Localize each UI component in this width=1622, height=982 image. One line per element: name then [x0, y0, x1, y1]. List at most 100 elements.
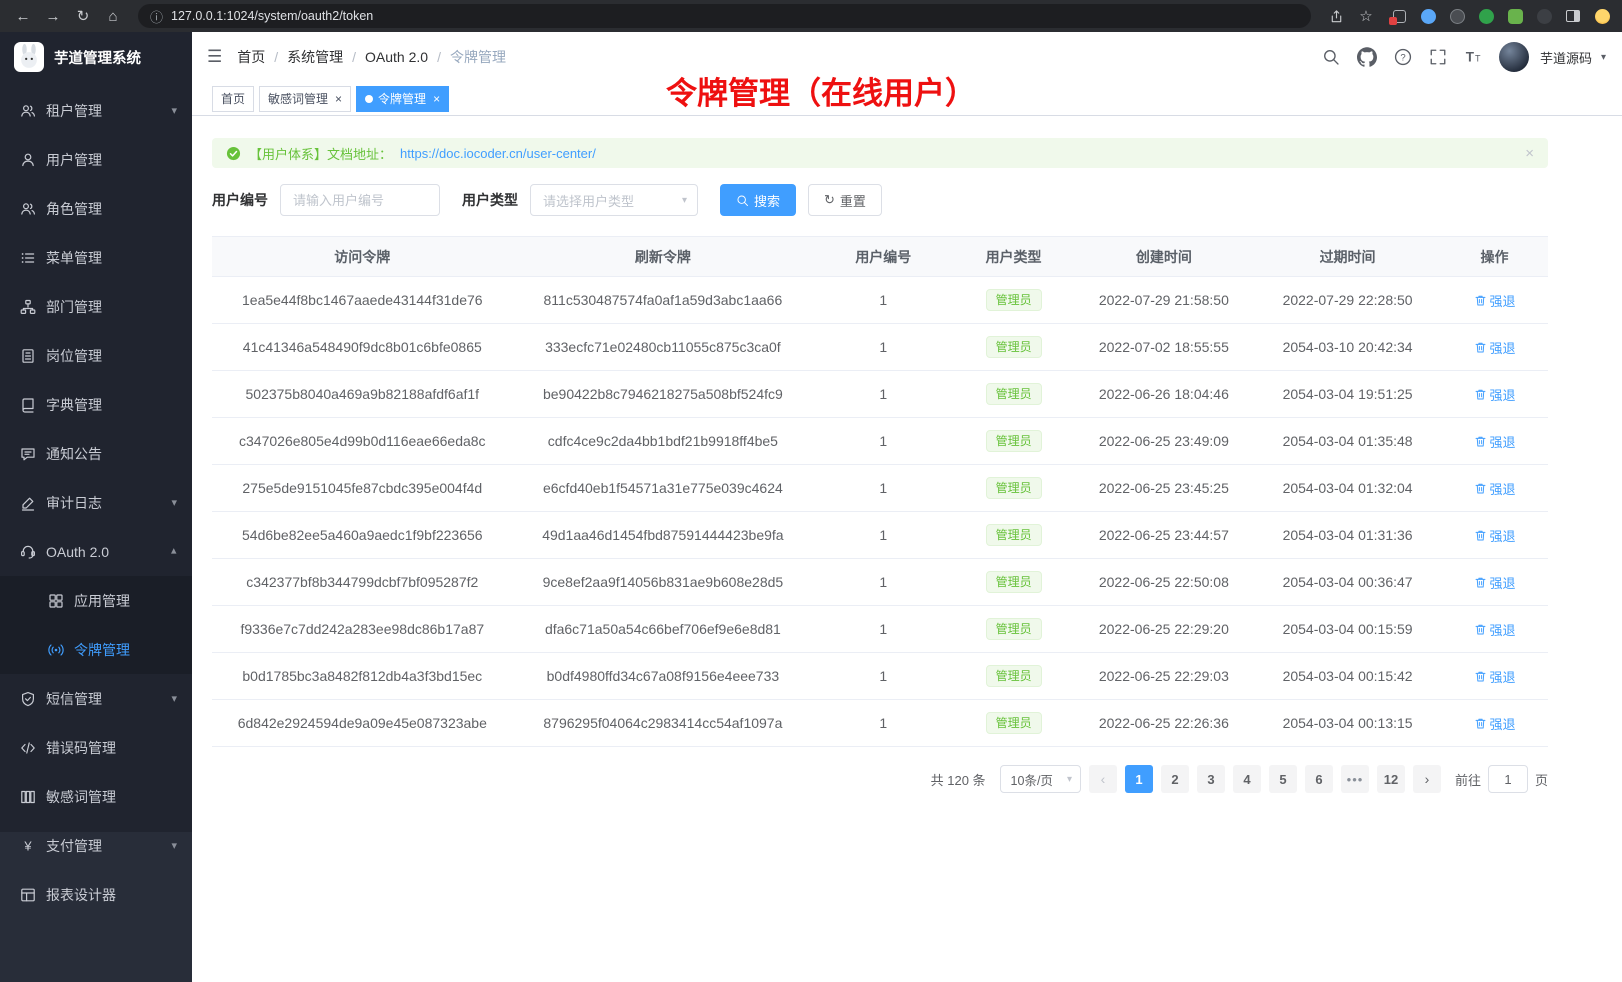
breadcrumb-label: 系统管理 — [287, 47, 343, 67]
column-header: 刷新令牌 — [513, 237, 814, 277]
sidebar-item-post-manage[interactable]: 岗位管理 ▾ — [0, 331, 192, 380]
force-logout-button[interactable]: 强退 — [1474, 385, 1516, 404]
view-tab[interactable]: 令牌管理 × — [356, 86, 449, 112]
sidebar-item-role-manage[interactable]: 角色管理 ▾ — [0, 184, 192, 233]
table-row: 502375b8040a469a9b82188afdf6af1f be90422… — [212, 371, 1548, 418]
force-logout-button[interactable]: 强退 — [1474, 291, 1516, 310]
collapse-menu-icon[interactable]: ☰ — [192, 47, 237, 67]
site-info-icon[interactable]: ⓘ — [150, 7, 163, 26]
sidebar-item-token-manage[interactable]: 令牌管理 ▾ — [0, 625, 192, 674]
sidebar-item-dict-manage[interactable]: 字典管理 ▾ — [0, 380, 192, 429]
home-icon[interactable]: ⌂ — [100, 3, 126, 29]
view-tab[interactable]: 首页 × — [212, 86, 254, 112]
sidebar-item-sms-manage[interactable]: 短信管理 ▾ — [0, 674, 192, 723]
app-logo[interactable]: 芋道管理系统 — [0, 32, 192, 82]
sidebar-item-app-manage[interactable]: 应用管理 ▾ — [0, 576, 192, 625]
close-icon[interactable]: × — [335, 92, 342, 106]
user-type-badge: 管理员 — [986, 289, 1042, 311]
back-icon[interactable]: ← — [10, 3, 36, 29]
sidebar-item-tenant-manage[interactable]: 租户管理 ▾ — [0, 86, 192, 135]
extension-puzzle-icon[interactable] — [1505, 6, 1525, 26]
bookmark-star-icon[interactable]: ☆ — [1353, 3, 1379, 29]
search-button[interactable]: 搜索 — [720, 184, 796, 216]
page-button[interactable]: 2 — [1161, 765, 1189, 793]
browser-profile-avatar[interactable] — [1592, 6, 1612, 26]
forward-icon[interactable]: → — [40, 3, 66, 29]
table-row: c347026e805e4d99b0d116eae66eda8c cdfc4ce… — [212, 418, 1548, 465]
user-id-input[interactable] — [280, 184, 440, 216]
breadcrumb-item[interactable]: 系统管理 / — [287, 47, 356, 67]
sidebar-item-audit-log[interactable]: 审计日志 ▾ — [0, 478, 192, 527]
page-button[interactable]: 6 — [1305, 765, 1333, 793]
user-menu-caret-icon[interactable]: ▾ — [1601, 52, 1606, 63]
help-icon[interactable] — [1394, 48, 1412, 66]
font-size-icon[interactable] — [1464, 48, 1482, 66]
sidebar-item-dept-manage[interactable]: 部门管理 ▾ — [0, 282, 192, 331]
address-bar[interactable]: ⓘ 127.0.0.1:1024/system/oauth2/token — [138, 4, 1311, 28]
breadcrumb-item[interactable]: 令牌管理 / — [450, 47, 506, 67]
force-logout-button[interactable]: 强退 — [1474, 714, 1516, 733]
github-icon[interactable] — [1357, 47, 1377, 67]
close-icon[interactable]: × — [433, 92, 440, 106]
breadcrumb-item[interactable]: OAuth 2.0 / — [365, 49, 441, 65]
sidebar-item-error-code[interactable]: 错误码管理 ▾ — [0, 723, 192, 772]
share-icon[interactable] — [1323, 3, 1349, 29]
sidebar-item-oauth2[interactable]: OAuth 2.0 ▾ — [0, 527, 192, 576]
page-button[interactable]: 3 — [1197, 765, 1225, 793]
reset-button[interactable]: ↻ 重置 — [808, 184, 882, 216]
column-header: 访问令牌 — [212, 237, 513, 277]
user-type-cell: 管理员 — [953, 700, 1073, 747]
force-logout-button[interactable]: 强退 — [1474, 338, 1516, 357]
search-icon[interactable] — [1322, 48, 1340, 66]
sidebar-item-pay-manage[interactable]: 支付管理 ▾ — [0, 821, 192, 870]
sidebar-item-sensitive-word[interactable]: 敏感词管理 ▾ — [0, 772, 192, 821]
panel-icon — [1566, 10, 1580, 22]
force-logout-button[interactable]: 强退 — [1474, 432, 1516, 451]
page-button[interactable]: 4 — [1233, 765, 1261, 793]
extension-green-icon[interactable] — [1476, 6, 1496, 26]
expire-time-cell: 2054-03-04 19:51:25 — [1254, 371, 1441, 418]
side-panel-icon[interactable] — [1563, 6, 1583, 26]
doc-link[interactable]: https://doc.iocoder.cn/user-center/ — [400, 146, 596, 161]
user-avatar[interactable] — [1499, 42, 1529, 72]
sidebar-item-label: 支付管理 — [46, 836, 102, 856]
page-button[interactable]: 12 — [1377, 765, 1405, 793]
page-button[interactable]: 5 — [1269, 765, 1297, 793]
reload-icon[interactable]: ↻ — [70, 3, 96, 29]
sidebar-item-menu-manage[interactable]: 菜单管理 ▾ — [0, 233, 192, 282]
extension-dark2-icon[interactable] — [1534, 6, 1554, 26]
force-logout-button[interactable]: 强退 — [1474, 526, 1516, 545]
force-logout-button[interactable]: 强退 — [1474, 620, 1516, 639]
extension-badged-icon[interactable] — [1389, 6, 1409, 26]
fullscreen-icon[interactable] — [1429, 48, 1447, 66]
dict-icon — [20, 397, 36, 413]
sidebar-item-report-designer[interactable]: 报表设计器 ▾ — [0, 870, 192, 919]
page-button[interactable]: ••• — [1341, 765, 1369, 793]
goto-page-input[interactable] — [1488, 765, 1528, 793]
created-time-cell: 2022-06-25 22:50:08 — [1074, 559, 1254, 606]
extension-dark-icon[interactable] — [1447, 6, 1467, 26]
sidebar-item-label: 审计日志 — [46, 493, 102, 513]
user-name[interactable]: 芋道源码 — [1540, 48, 1592, 67]
page-size-select[interactable]: 10条/页 ▾ — [1000, 765, 1081, 793]
sidebar-item-notice[interactable]: 通知公告 ▾ — [0, 429, 192, 478]
user-type-select[interactable]: 请选择用户类型 ▾ — [530, 184, 698, 216]
view-tab[interactable]: 敏感词管理 × — [259, 86, 351, 112]
extension-blue-icon[interactable] — [1418, 6, 1438, 26]
next-page-button[interactable]: › — [1413, 765, 1441, 793]
force-logout-button[interactable]: 强退 — [1474, 479, 1516, 498]
access-token-cell: 502375b8040a469a9b82188afdf6af1f — [212, 371, 513, 418]
annotation-text: 令牌管理（在线用户） — [666, 68, 976, 113]
action-cell: 强退 — [1441, 371, 1548, 418]
sidebar-item-user-manage[interactable]: 用户管理 ▾ — [0, 135, 192, 184]
total-count: 共 120 条 — [931, 770, 986, 789]
goto-suffix: 页 — [1535, 770, 1548, 789]
force-logout-button[interactable]: 强退 — [1474, 573, 1516, 592]
trash-icon — [1474, 482, 1487, 495]
alert-close-icon[interactable]: × — [1525, 145, 1534, 162]
prev-page-button[interactable]: ‹ — [1089, 765, 1117, 793]
force-logout-button[interactable]: 强退 — [1474, 667, 1516, 686]
page-button[interactable]: 1 — [1125, 765, 1153, 793]
breadcrumb-label: OAuth 2.0 — [365, 49, 428, 65]
breadcrumb-item[interactable]: 首页 / — [237, 47, 278, 67]
